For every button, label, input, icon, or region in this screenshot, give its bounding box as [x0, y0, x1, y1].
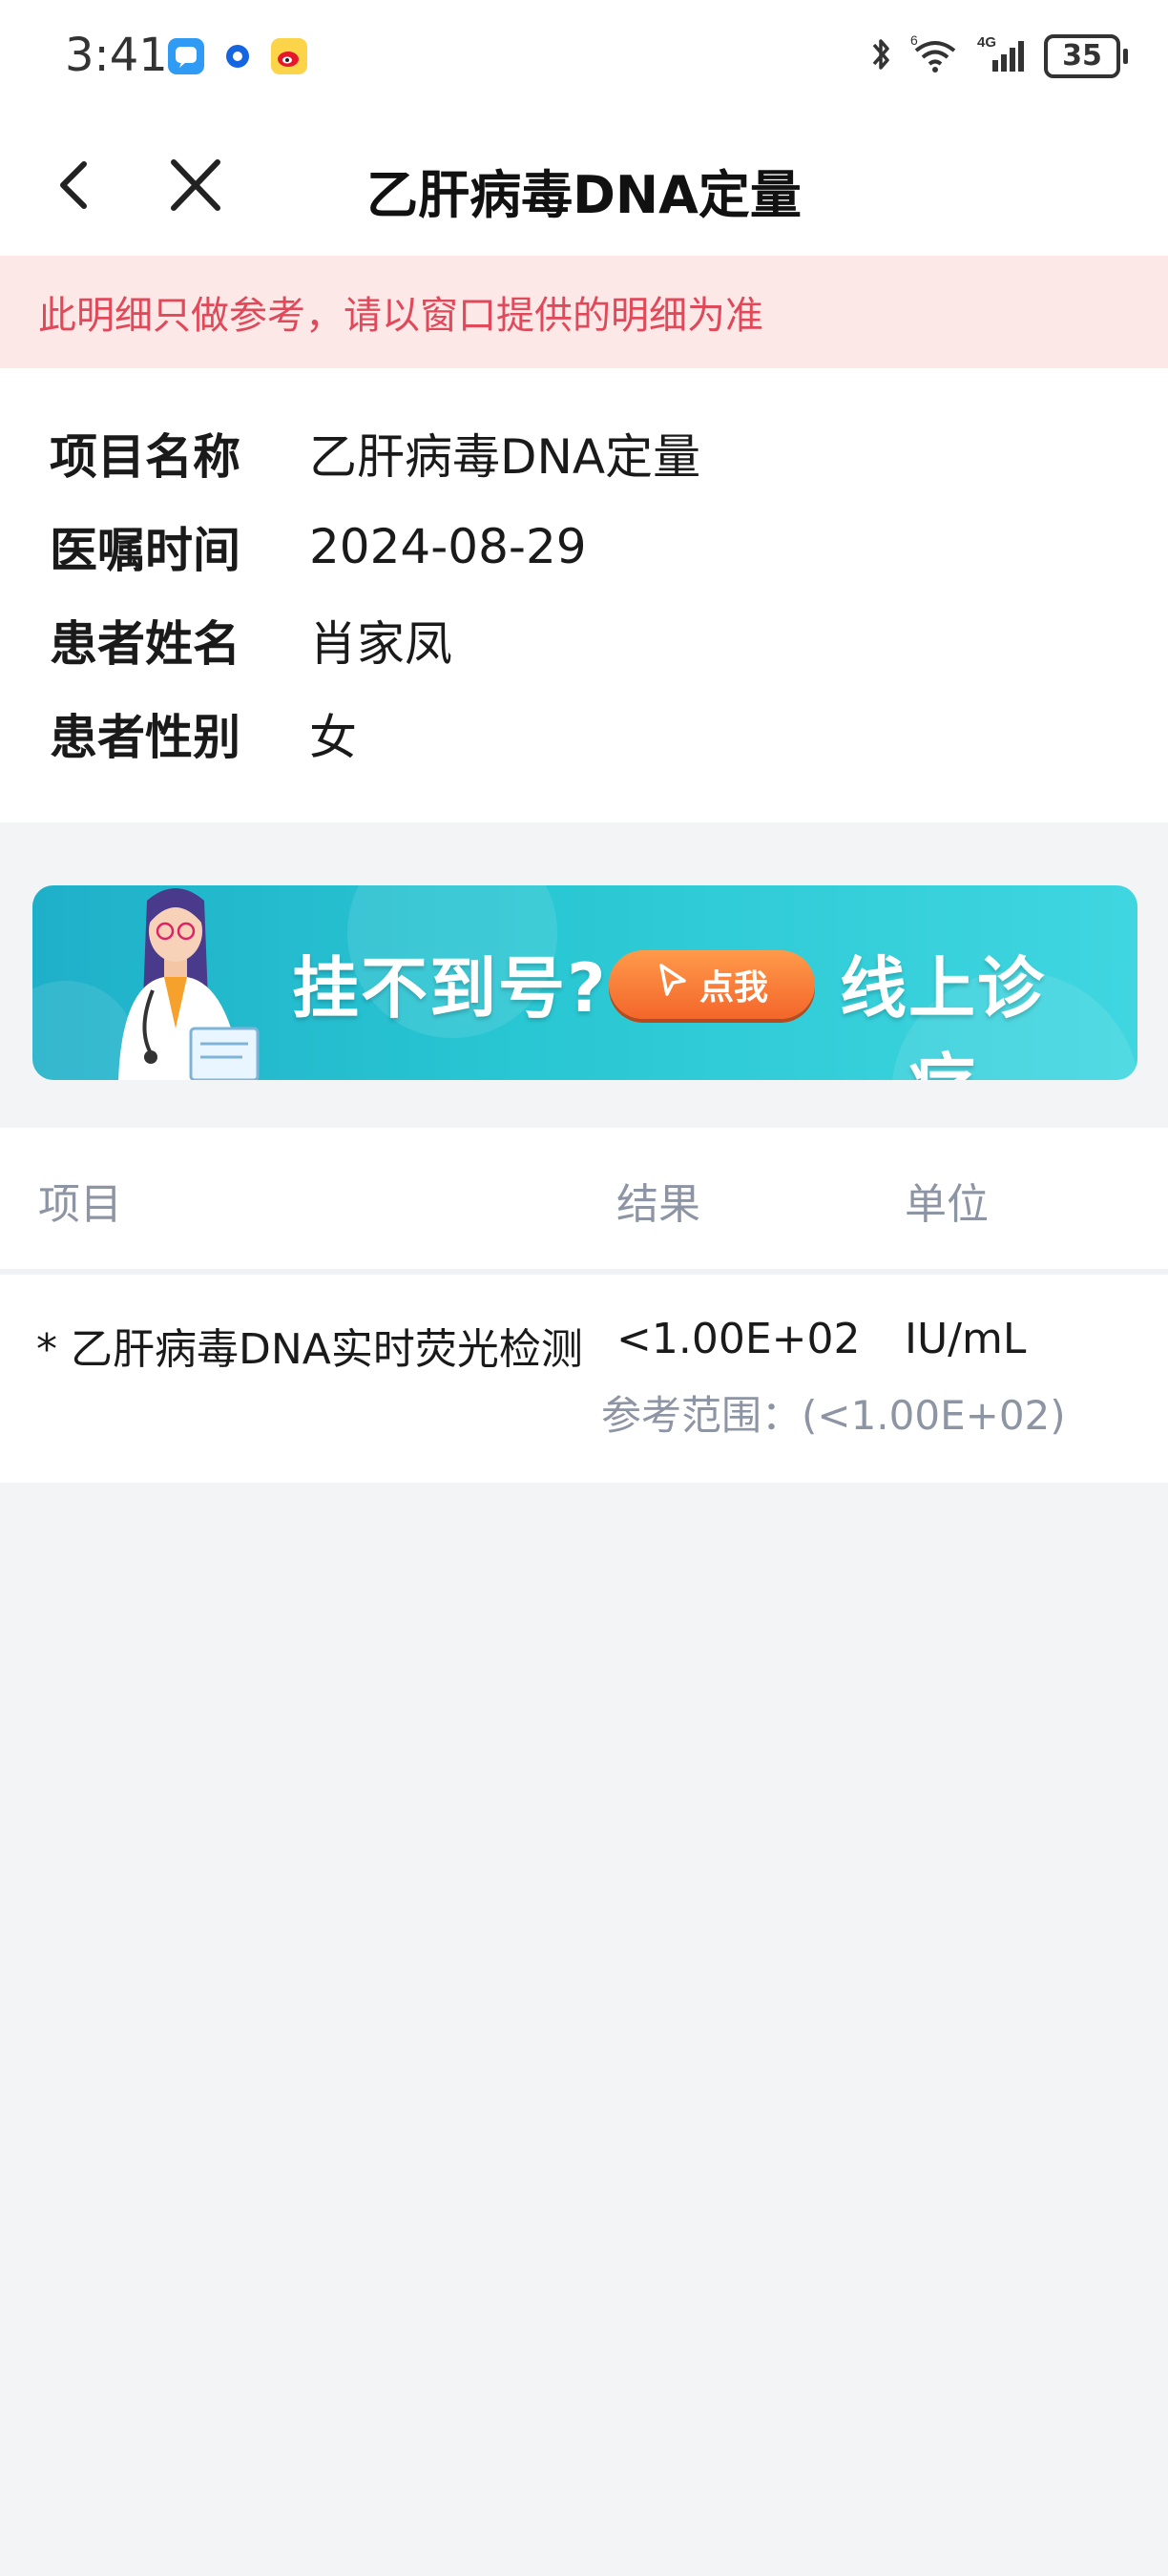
- reference-range: 参考范围：(<1.00E+02): [601, 1392, 1066, 1439]
- column-header-result: 结果: [616, 1180, 700, 1229]
- cursor-arrow-icon: [656, 962, 690, 1008]
- info-label: 项目名称: [50, 429, 240, 485]
- wifi-icon: 6: [908, 32, 962, 79]
- status-indicators: 6 4G 35: [866, 31, 1128, 82]
- info-value: 乙肝病毒DNA定量: [309, 429, 701, 485]
- info-label: 医嘱时间: [50, 523, 240, 578]
- header-divider: [0, 1269, 1168, 1275]
- status-bar: 3:41 6 4G 35: [0, 0, 1168, 114]
- result-value: <1.00E+02: [616, 1315, 861, 1363]
- info-row-project: 项目名称 乙肝病毒DNA定量: [50, 420, 700, 487]
- info-row-patient-gender: 患者性别 女: [50, 700, 357, 767]
- network-type-label: 4G: [977, 34, 996, 51]
- info-row-patient-name: 患者姓名 肖家凤: [50, 607, 452, 674]
- results-card: 项目 结果 单位 * 乙肝病毒DNA实时荧光检测 <1.00E+02 IU/mL…: [0, 1128, 1168, 1483]
- results-header: 项目 结果 单位: [0, 1128, 1168, 1269]
- page-title: 乙肝病毒DNA定量: [366, 165, 802, 225]
- battery-level: 35: [1062, 39, 1102, 73]
- click-me-button[interactable]: 点我: [609, 950, 815, 1019]
- banner-tagline: 线上诊疗: [840, 949, 1046, 1080]
- weibo-app-icon: [271, 38, 307, 74]
- column-header-unit: 单位: [905, 1180, 989, 1229]
- click-me-label: 点我: [699, 968, 768, 1008]
- patient-info-card: 项目名称 乙肝病毒DNA定量 医嘱时间 2024-08-29 患者姓名 肖家凤 …: [0, 368, 1168, 822]
- info-row-order-time: 医嘱时间 2024-08-29: [50, 513, 587, 580]
- notice-banner: 此明细只做参考，请以窗口提供的明细为准: [0, 256, 1168, 368]
- browser-app-icon: [219, 38, 256, 74]
- notice-text: 此明细只做参考，请以窗口提供的明细为准: [38, 294, 763, 338]
- info-value: 2024-08-29: [309, 519, 587, 574]
- info-value: 女: [309, 710, 357, 765]
- info-label: 患者性别: [50, 710, 240, 765]
- result-unit: IU/mL: [905, 1315, 1027, 1363]
- status-time: 3:41: [65, 29, 168, 82]
- info-value: 肖家凤: [309, 616, 452, 672]
- wifi-sub-label: 6: [910, 33, 918, 48]
- banner-headline: 挂不到号?: [292, 949, 608, 1028]
- online-consultation-banner[interactable]: 挂不到号? 点我 线上诊疗: [32, 885, 1137, 1080]
- bluetooth-icon: [866, 33, 895, 79]
- result-item-name: * 乙肝病毒DNA实时荧光检测: [36, 1325, 583, 1374]
- battery-icon: 35: [1044, 34, 1128, 78]
- info-label: 患者姓名: [50, 616, 240, 672]
- message-app-icon: [168, 38, 204, 74]
- signal-icon: 4G: [975, 33, 1031, 79]
- column-header-item: 项目: [38, 1180, 122, 1229]
- nav-bar: 乙肝病毒DNA定量: [0, 114, 1168, 256]
